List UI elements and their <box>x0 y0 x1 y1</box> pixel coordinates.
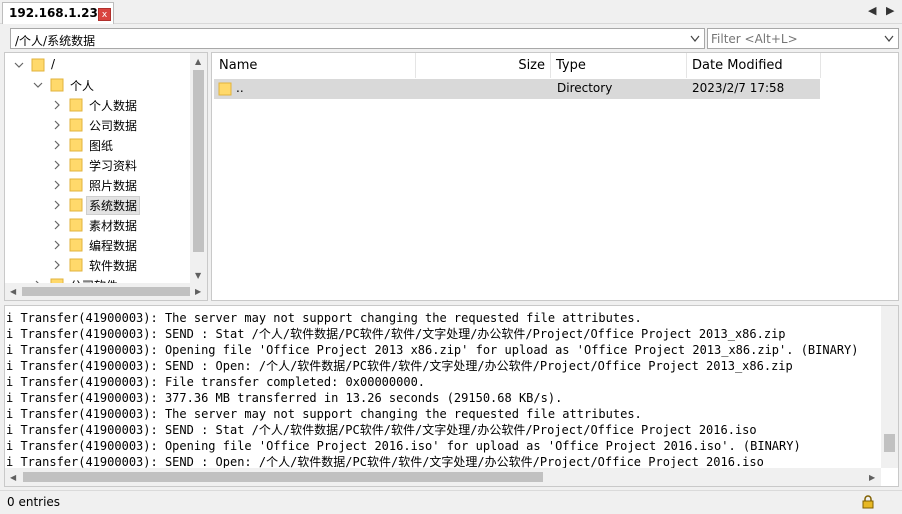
folder-tree[interactable]: /个人个人数据公司数据图纸学习资料照片数据系统数据素材数据编程数据软件数据公司软… <box>4 52 208 301</box>
tab-session[interactable]: 192.168.1.231 x <box>2 2 114 24</box>
scroll-right-icon[interactable]: ▶ <box>869 473 875 482</box>
folder-icon <box>69 158 83 172</box>
tree-item-label: 学习资料 <box>89 159 138 173</box>
log-line: i Transfer(41900003): Opening file 'Offi… <box>6 343 859 357</box>
log-lines: i Transfer(41900003): The server may not… <box>6 310 882 470</box>
scroll-left-icon[interactable]: ◀ <box>10 473 16 482</box>
chevron-right-icon[interactable] <box>51 159 63 171</box>
file-type: Directory <box>557 81 613 95</box>
folder-icon <box>69 98 83 112</box>
tree-item[interactable]: 系统数据 <box>51 195 207 215</box>
tree-item-label: / <box>51 57 56 71</box>
chevron-right-icon[interactable] <box>51 179 63 191</box>
scroll-thumb[interactable] <box>193 70 204 252</box>
folder-icon <box>69 258 83 272</box>
log-line: i Transfer(41900003): File transfer comp… <box>6 375 426 389</box>
scroll-down-icon[interactable]: ▼ <box>195 271 201 280</box>
tree-item[interactable]: / <box>13 55 183 75</box>
scroll-right-icon[interactable]: ▶ <box>195 287 201 296</box>
folder-icon <box>218 82 232 96</box>
tree-item-label: 图纸 <box>89 139 114 153</box>
tree-item-label: 系统数据 <box>85 196 141 215</box>
chevron-right-icon[interactable] <box>51 139 63 151</box>
tab-next-icon[interactable]: ▶ <box>886 4 894 17</box>
log-line: i Transfer(41900003): Opening file 'Offi… <box>6 439 801 453</box>
log-line: i Transfer(41900003): SEND : Open: /个人/软… <box>6 359 793 373</box>
chevron-right-icon[interactable] <box>51 239 63 251</box>
lock-icon <box>862 495 874 509</box>
tab-prev-icon[interactable]: ◀ <box>868 4 876 17</box>
tab-title: 192.168.1.231 <box>9 6 107 20</box>
log-line: i Transfer(41900003): The server may not… <box>6 407 642 421</box>
folder-icon <box>69 218 83 232</box>
chevron-right-icon[interactable] <box>51 99 63 111</box>
folder-icon <box>50 78 64 92</box>
scroll-thumb[interactable] <box>23 472 543 482</box>
status-bar: 0 entries <box>0 490 902 514</box>
tree-item-label: 软件数据 <box>89 259 138 273</box>
log-horizontal-scrollbar[interactable]: ◀ ▶ <box>5 468 881 486</box>
scroll-thumb[interactable] <box>884 434 895 452</box>
filter-combobox[interactable] <box>707 28 899 49</box>
tree-item[interactable]: 照片数据 <box>51 175 207 195</box>
tree-item[interactable]: 图纸 <box>51 135 207 155</box>
log-line: i Transfer(41900003): The server may not… <box>6 311 642 325</box>
chevron-down-icon[interactable] <box>13 59 25 71</box>
filter-input[interactable] <box>711 31 881 46</box>
tree-item[interactable]: 软件数据 <box>51 255 207 275</box>
path-value: /个人/系统数据 <box>15 34 96 48</box>
tree-item[interactable]: 编程数据 <box>51 235 207 255</box>
chevron-down-icon[interactable] <box>882 31 896 46</box>
tree-item-label: 照片数据 <box>89 179 138 193</box>
folder-icon <box>31 58 45 72</box>
folder-icon <box>69 238 83 252</box>
file-list[interactable]: Name Size Type Date Modified .. Director… <box>211 52 899 301</box>
log-line: i Transfer(41900003): 377.36 MB transfer… <box>6 391 563 405</box>
file-name: .. <box>236 81 244 95</box>
scroll-up-icon[interactable]: ▲ <box>195 57 201 66</box>
tree-item-label: 编程数据 <box>89 239 138 253</box>
chevron-right-icon[interactable] <box>51 119 63 131</box>
tree-item[interactable]: 素材数据 <box>51 215 207 235</box>
chevron-right-icon[interactable] <box>51 199 63 211</box>
tree-item[interactable]: 个人数据 <box>51 95 207 115</box>
column-header-name[interactable]: Name <box>212 53 416 78</box>
log-panel[interactable]: i Transfer(41900003): The server may not… <box>4 305 899 487</box>
table-row[interactable]: .. Directory 2023/2/7 17:58 <box>214 79 820 99</box>
entries-count: 0 entries <box>7 495 61 509</box>
tree-item-label: 个人 <box>70 79 95 93</box>
folder-icon <box>69 118 83 132</box>
tree-item-label: 公司数据 <box>89 119 138 133</box>
tree-item-label: 个人数据 <box>89 99 138 113</box>
column-header-size[interactable]: Size <box>416 53 551 78</box>
log-line: i Transfer(41900003): SEND : Stat /个人/软件… <box>6 327 786 341</box>
folder-icon <box>69 178 83 192</box>
tree-item[interactable]: 个人 <box>32 75 202 95</box>
chevron-right-icon[interactable] <box>51 259 63 271</box>
folder-icon <box>69 138 83 152</box>
tree-horizontal-scrollbar[interactable]: ◀ ▶ <box>5 283 207 300</box>
folder-icon <box>69 198 83 212</box>
scroll-left-icon[interactable]: ◀ <box>10 287 16 296</box>
tree-item[interactable]: 学习资料 <box>51 155 207 175</box>
tab-bar: 192.168.1.231 x ◀ ▶ <box>0 0 902 24</box>
chevron-right-icon[interactable] <box>51 219 63 231</box>
path-combobox[interactable]: /个人/系统数据 <box>10 28 705 49</box>
log-line: i Transfer(41900003): SEND : Stat /个人/软件… <box>6 423 757 437</box>
file-modified: 2023/2/7 17:58 <box>692 81 785 95</box>
tree-vertical-scrollbar[interactable]: ▲ ▼ <box>190 53 207 283</box>
close-icon[interactable]: x <box>98 8 111 21</box>
chevron-down-icon[interactable] <box>32 79 44 91</box>
scroll-thumb[interactable] <box>22 287 190 296</box>
tree-item-label: 素材数据 <box>89 219 138 233</box>
column-header-type[interactable]: Type <box>551 53 687 78</box>
column-header-modified[interactable]: Date Modified <box>687 53 821 78</box>
tree-item[interactable]: 公司数据 <box>51 115 207 135</box>
chevron-down-icon[interactable] <box>688 31 702 46</box>
log-vertical-scrollbar[interactable] <box>881 306 898 468</box>
